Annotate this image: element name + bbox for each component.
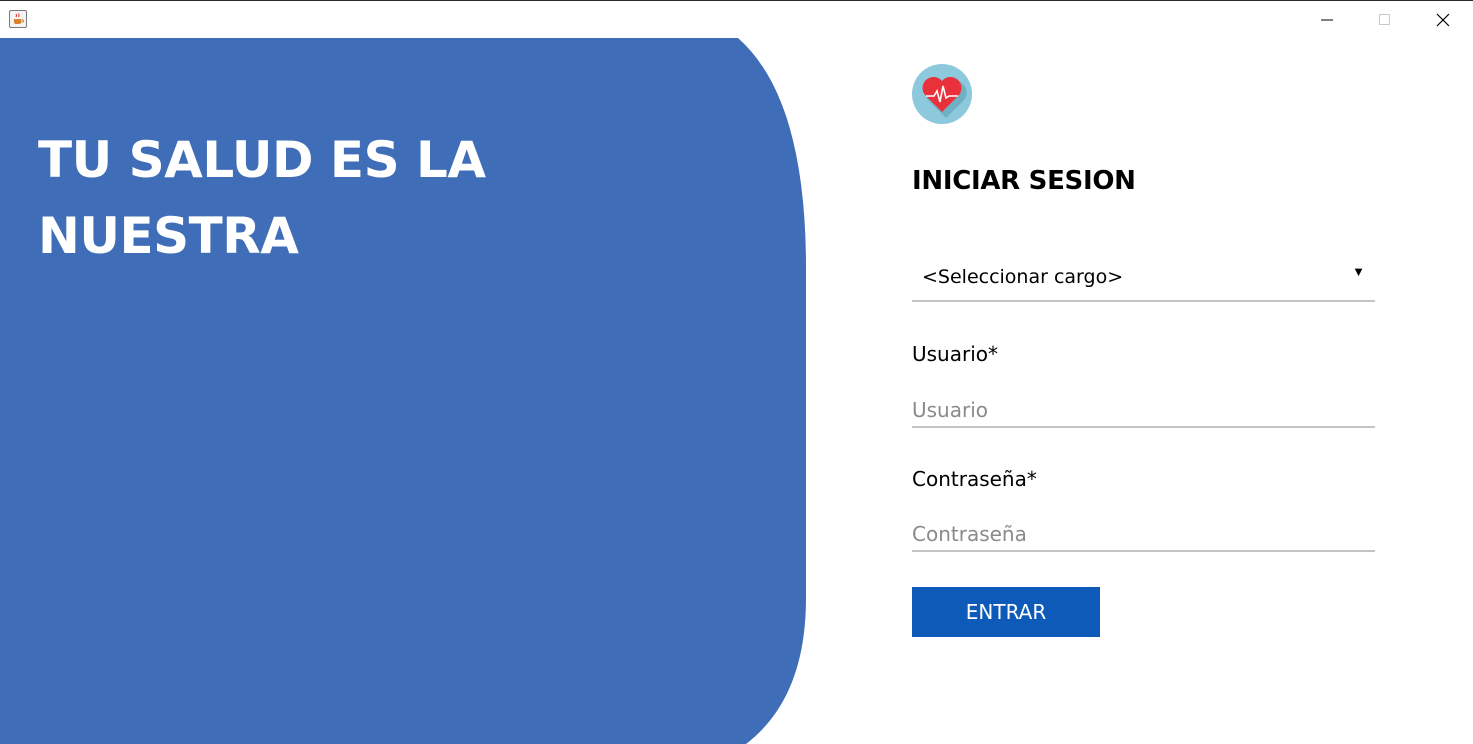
password-label: Contraseña* bbox=[912, 467, 1037, 491]
maximize-button[interactable] bbox=[1356, 1, 1414, 38]
java-cup-icon bbox=[9, 10, 27, 28]
heart-pulse-icon bbox=[912, 64, 972, 124]
enter-button[interactable]: ENTRAR bbox=[912, 587, 1100, 637]
login-title: INICIAR SESION bbox=[912, 166, 1136, 196]
minimize-icon bbox=[1321, 19, 1333, 21]
title-bar bbox=[0, 0, 1473, 38]
close-button[interactable] bbox=[1414, 1, 1472, 38]
login-window: TU SALUD ES LA NUESTRA INICIAR SESION <S… bbox=[0, 0, 1473, 744]
password-input[interactable] bbox=[912, 518, 1375, 552]
hero-panel: TU SALUD ES LA NUESTRA bbox=[0, 38, 806, 744]
close-icon bbox=[1436, 13, 1450, 27]
minimize-button[interactable] bbox=[1298, 1, 1356, 38]
maximize-icon bbox=[1379, 14, 1390, 25]
username-label: Usuario* bbox=[912, 342, 999, 366]
role-select[interactable]: <Seleccionar cargo> ▼ bbox=[912, 254, 1375, 302]
role-select-value: <Seleccionar cargo> bbox=[922, 266, 1124, 288]
hero-title: TU SALUD ES LA NUESTRA bbox=[38, 131, 486, 265]
chevron-down-icon: ▼ bbox=[1352, 264, 1365, 279]
username-input[interactable] bbox=[912, 394, 1375, 428]
